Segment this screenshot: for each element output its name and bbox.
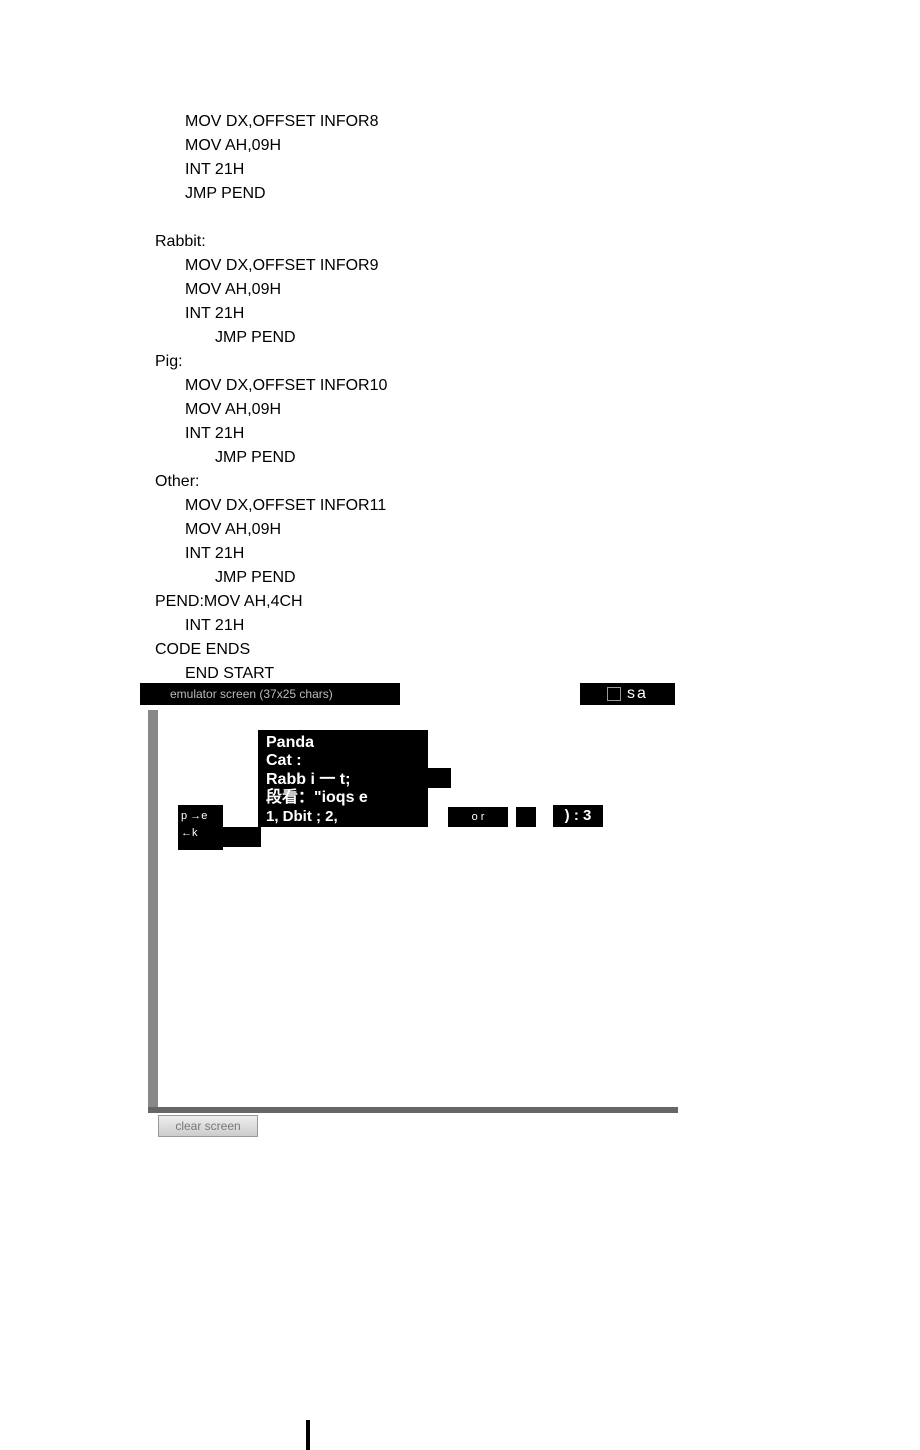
- code-line: MOV DX,OFFSET INFOR8: [155, 110, 920, 134]
- decoration: [221, 827, 261, 847]
- char: k: [192, 827, 198, 839]
- decoration: [516, 807, 536, 827]
- code-ends: CODE ENDS: [155, 638, 920, 662]
- code-line: JMP PEND: [155, 326, 920, 350]
- code-line: MOV DX,OFFSET INFOR10: [155, 374, 920, 398]
- code-line: MOV DX,OFFSET INFOR9: [155, 254, 920, 278]
- code-line: MOV AH,09H: [155, 134, 920, 158]
- code-line: MOV AH,09H: [155, 278, 920, 302]
- output-line: Cat :: [266, 752, 420, 770]
- sa-badge: sa: [580, 683, 675, 705]
- char: p: [181, 810, 187, 822]
- assembly-code-block: MOV DX,OFFSET INFOR8 MOV AH,09H INT 21H …: [0, 0, 920, 686]
- emulator-screen: Panda Cat : Rabb i 一 t; 段看："ioqs e 1, Db…: [148, 710, 678, 1110]
- clear-screen-button[interactable]: clear screen: [158, 1115, 258, 1137]
- code-label-rabbit: Rabbit:: [155, 230, 920, 254]
- code-line: INT 21H: [155, 158, 920, 182]
- char: e: [201, 810, 207, 822]
- emulator-output: Panda Cat : Rabb i 一 t; 段看："ioqs e: [258, 730, 428, 812]
- emulator-bottom-border: [148, 1107, 678, 1113]
- output-line: Rabb i 一 t;: [266, 771, 420, 789]
- code-label-pig: Pig:: [155, 350, 920, 374]
- decoration: [306, 1420, 310, 1450]
- output-fragment: o r: [448, 807, 508, 827]
- code-line: JMP PEND: [155, 446, 920, 470]
- output-line: Panda: [266, 734, 420, 752]
- code-line: JMP PEND: [155, 182, 920, 206]
- output-line: 1, Dbit ; 2,: [258, 807, 428, 827]
- code-line: MOV AH,09H: [155, 518, 920, 542]
- decoration: [426, 768, 451, 788]
- output-line: 段看："ioqs e: [266, 789, 420, 807]
- output-fragment: p →e ←k: [178, 805, 223, 850]
- emulator-title-bar: emulator screen (37x25 chars): [140, 683, 400, 705]
- code-line: MOV AH,09H: [155, 398, 920, 422]
- code-label-pend: PEND:MOV AH,4CH: [155, 590, 920, 614]
- code-line: INT 21H: [155, 614, 920, 638]
- code-line: INT 21H: [155, 302, 920, 326]
- square-icon: [607, 687, 621, 701]
- code-line: JMP PEND: [155, 566, 920, 590]
- code-label-other: Other:: [155, 470, 920, 494]
- code-line: INT 21H: [155, 542, 920, 566]
- sa-text: sa: [627, 685, 648, 702]
- output-fragment: ) : 3: [553, 805, 603, 827]
- code-line: MOV DX,OFFSET INFOR11: [155, 494, 920, 518]
- code-line: INT 21H: [155, 422, 920, 446]
